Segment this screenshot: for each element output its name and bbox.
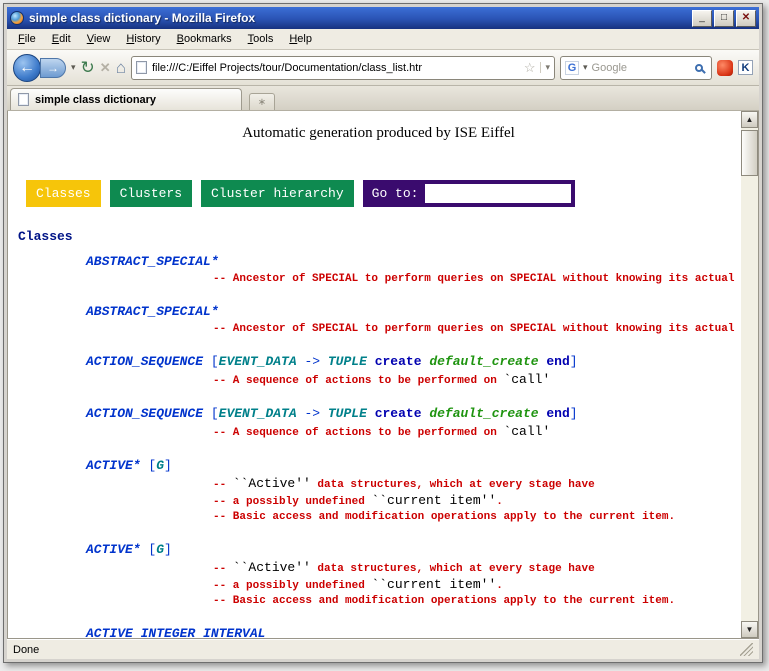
classes-heading: Classes <box>18 229 741 244</box>
goto-label: Go to: <box>372 186 419 201</box>
url-text[interactable]: file:///C:/Eiffel Projects/tour/Document… <box>152 62 519 74</box>
page: Automatic generation produced by ISE Eif… <box>8 111 741 638</box>
reload-button[interactable]: ↻ <box>81 59 95 76</box>
content-area: Automatic generation produced by ISE Eif… <box>7 111 759 639</box>
comment-line: -- a possibly undefined ``current item''… <box>213 493 741 510</box>
comment-line: -- A sequence of actions to be performed… <box>213 424 741 441</box>
tab-simple-class-dictionary[interactable]: simple class dictionary <box>10 88 242 110</box>
scrollbar-thumb[interactable] <box>741 130 758 176</box>
class-signature-link[interactable]: ABSTRACT_SPECIAL* <box>86 254 741 270</box>
stop-button[interactable]: ✕ <box>100 60 111 76</box>
menu-view[interactable]: View <box>80 30 118 48</box>
class-comments: -- ``Active'' data structures, which at … <box>213 560 741 609</box>
comment-line: -- Ancestor of SPECIAL to perform querie… <box>213 322 741 337</box>
browser-window: simple class dictionary - Mozilla Firefo… <box>3 3 763 663</box>
class-signature-link[interactable]: ACTIVE* [G] <box>86 458 741 474</box>
resize-grip[interactable] <box>740 643 753 656</box>
class-comments: -- Ancestor of SPECIAL to perform querie… <box>213 322 741 337</box>
window-title: simple class dictionary - Mozilla Firefo… <box>29 11 687 25</box>
google-icon: G <box>565 61 579 75</box>
tabbar: simple class dictionary ∗ <box>7 86 759 111</box>
page-title: Automatic generation produced by ISE Eif… <box>16 125 741 142</box>
page-nav-row: Classes Clusters Cluster hierarchy Go to: <box>26 180 741 207</box>
class-signature-link[interactable]: ACTIVE_INTEGER_INTERVAL <box>86 626 741 638</box>
search-engine-dropdown-icon[interactable]: ▾ <box>583 62 588 73</box>
url-dropdown-icon[interactable]: ▾ <box>540 62 550 73</box>
extension-red-icon[interactable] <box>717 60 733 76</box>
class-entry: ABSTRACT_SPECIAL* -- Ancestor of SPECIAL … <box>86 254 741 287</box>
maximize-button[interactable]: □ <box>714 10 734 27</box>
minimize-button[interactable]: _ <box>692 10 712 27</box>
class-comments: -- ``Active'' data structures, which at … <box>213 476 741 525</box>
class-entry: ACTIVE* [G] -- ``Active'' data structures… <box>86 542 741 609</box>
menubar: FileEditViewHistoryBookmarksToolsHelp <box>7 29 759 50</box>
search-icon[interactable] <box>695 64 703 72</box>
vertical-scrollbar[interactable]: ▲ ▼ <box>741 111 758 638</box>
comment-line: -- A sequence of actions to be performed… <box>213 372 741 389</box>
class-signature-link[interactable]: ACTION_SEQUENCE [EVENT_DATA -> TUPLE cre… <box>86 354 741 370</box>
menu-tools[interactable]: Tools <box>241 30 281 48</box>
nav-button-clusters[interactable]: Clusters <box>110 180 192 207</box>
menu-history[interactable]: History <box>119 30 167 48</box>
comment-line: -- Basic access and modification operati… <box>213 594 741 609</box>
scroll-down-icon[interactable]: ▼ <box>741 621 758 638</box>
window-controls: _ □ ✕ <box>692 10 756 27</box>
firefox-icon <box>10 11 24 25</box>
page-icon <box>136 61 147 74</box>
comment-line: -- ``Active'' data structures, which at … <box>213 476 741 493</box>
history-dropdown-icon[interactable]: ▾ <box>71 62 76 73</box>
class-entry: ACTIVE_INTEGER_INTERVAL <box>86 626 741 638</box>
page-nav-buttons: Classes Clusters Cluster hierarchy <box>26 180 354 207</box>
menu-edit[interactable]: Edit <box>45 30 78 48</box>
search-box[interactable]: G ▾ Google <box>560 56 712 80</box>
extension-k-icon[interactable]: K <box>738 60 753 75</box>
navigation-toolbar: ← → ▾ ↻ ✕ ⌂ file:///C:/Eiffel Projects/t… <box>7 50 759 86</box>
forward-button[interactable]: → <box>40 58 66 78</box>
status-text: Done <box>13 644 39 656</box>
class-entry: ACTION_SEQUENCE [EVENT_DATA -> TUPLE cre… <box>86 354 741 389</box>
class-signature-link[interactable]: ACTIVE* [G] <box>86 542 741 558</box>
class-comments: -- Ancestor of SPECIAL to perform querie… <box>213 272 741 287</box>
bookmark-star-icon[interactable]: ☆ <box>524 60 536 76</box>
comment-line: -- a possibly undefined ``current item''… <box>213 577 741 594</box>
search-input[interactable]: Google <box>592 62 691 74</box>
home-button[interactable]: ⌂ <box>116 59 126 76</box>
goto-box: Go to: <box>363 180 576 207</box>
menu-file[interactable]: File <box>11 30 43 48</box>
titlebar[interactable]: simple class dictionary - Mozilla Firefo… <box>7 7 759 29</box>
class-entry: ACTION_SEQUENCE [EVENT_DATA -> TUPLE cre… <box>86 406 741 441</box>
tab-page-icon <box>18 93 29 106</box>
tab-label: simple class dictionary <box>35 94 156 106</box>
class-entry: ABSTRACT_SPECIAL* -- Ancestor of SPECIAL … <box>86 304 741 337</box>
class-comments: -- A sequence of actions to be performed… <box>213 424 741 441</box>
comment-line: -- Basic access and modification operati… <box>213 510 741 525</box>
comment-line: -- Ancestor of SPECIAL to perform querie… <box>213 272 741 287</box>
back-button[interactable]: ← <box>13 54 41 82</box>
class-signature-link[interactable]: ABSTRACT_SPECIAL* <box>86 304 741 320</box>
menu-help[interactable]: Help <box>282 30 319 48</box>
class-list: ABSTRACT_SPECIAL* -- Ancestor of SPECIAL … <box>86 254 741 638</box>
url-bar[interactable]: file:///C:/Eiffel Projects/tour/Document… <box>131 56 555 80</box>
scroll-up-icon[interactable]: ▲ <box>741 111 758 128</box>
close-button[interactable]: ✕ <box>736 10 756 27</box>
statusbar: Done <box>7 639 759 659</box>
new-tab-button[interactable]: ∗ <box>249 93 275 110</box>
class-entry: ACTIVE* [G] -- ``Active'' data structures… <box>86 458 741 525</box>
menu-bookmarks[interactable]: Bookmarks <box>170 30 239 48</box>
class-signature-link[interactable]: ACTION_SEQUENCE [EVENT_DATA -> TUPLE cre… <box>86 406 741 422</box>
comment-line: -- ``Active'' data structures, which at … <box>213 560 741 577</box>
class-comments: -- A sequence of actions to be performed… <box>213 372 741 389</box>
goto-input[interactable] <box>425 184 571 203</box>
nav-button-classes[interactable]: Classes <box>26 180 101 207</box>
nav-button-cluster-hierarchy[interactable]: Cluster hierarchy <box>201 180 354 207</box>
